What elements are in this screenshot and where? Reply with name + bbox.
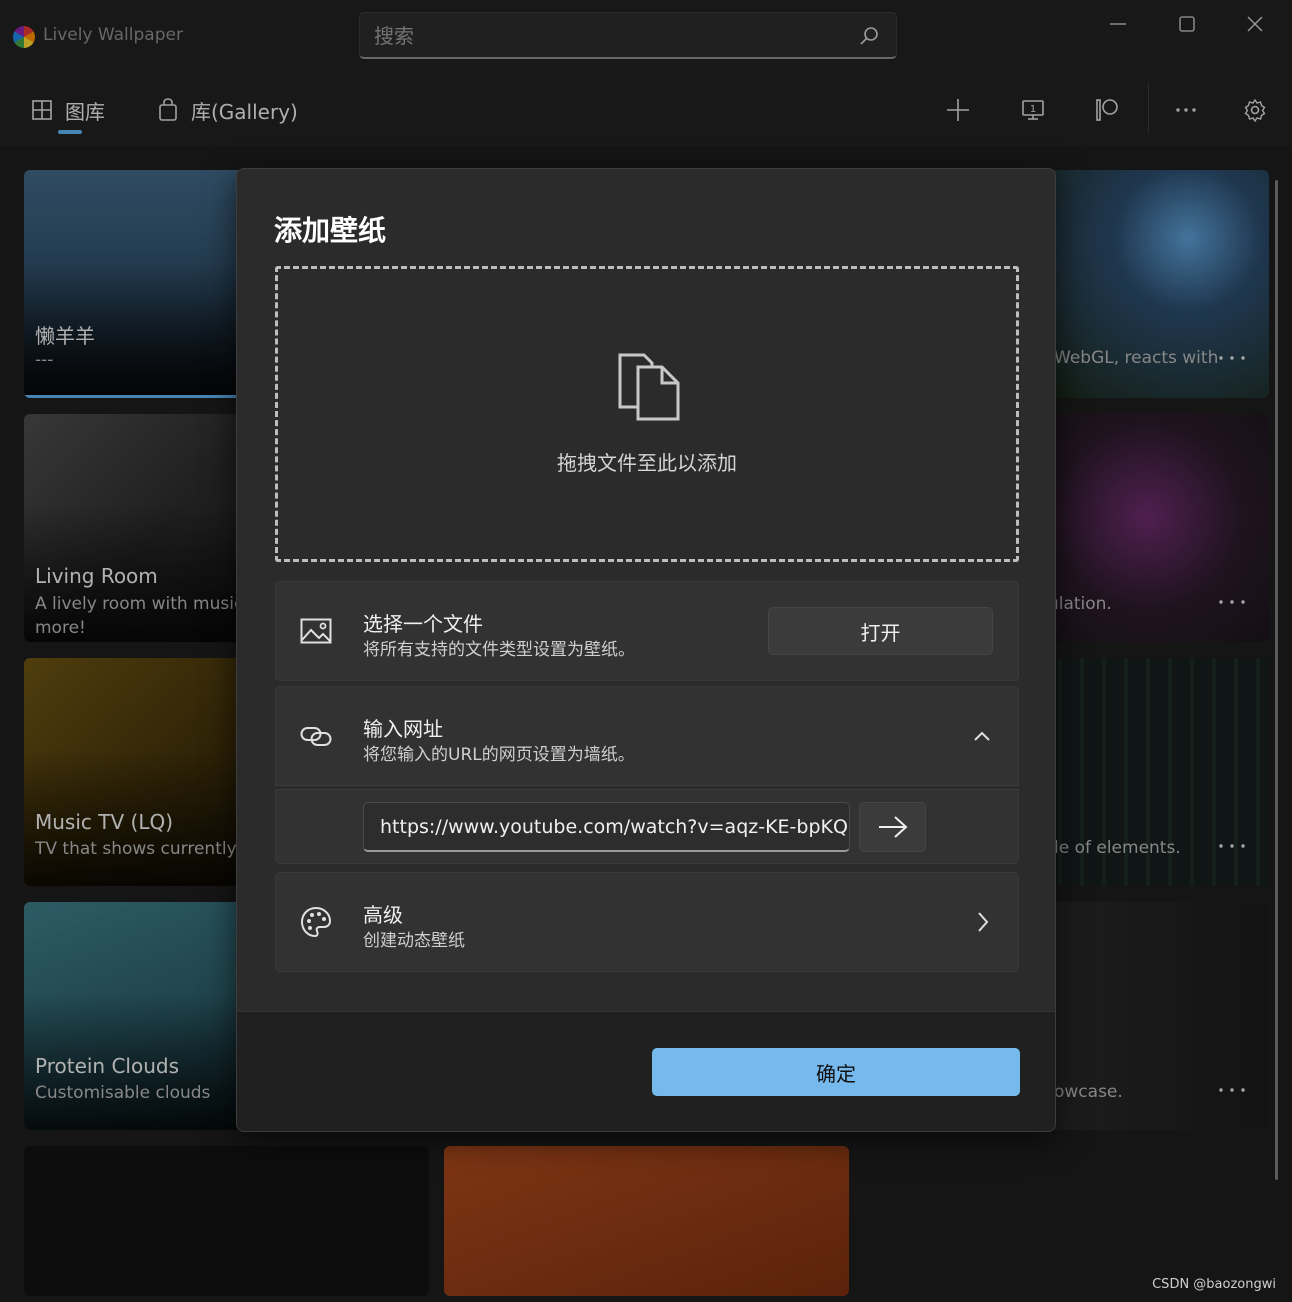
url-input[interactable] <box>363 802 850 852</box>
choose-file-subtitle: 将所有支持的文件类型设置为壁纸。 <box>363 640 635 660</box>
choose-file-title: 选择一个文件 <box>363 612 483 636</box>
url-submit-button[interactable] <box>859 802 926 852</box>
dropzone-text: 拖拽文件至此以添加 <box>557 451 737 475</box>
url-input-row <box>275 789 1019 864</box>
confirm-button[interactable]: 确定 <box>652 1048 1020 1096</box>
advanced-subtitle: 创建动态壁纸 <box>363 931 465 951</box>
chevron-up-icon[interactable] <box>973 730 991 742</box>
dialog-title: 添加壁纸 <box>274 214 387 247</box>
advanced-title: 高级 <box>363 903 403 927</box>
palette-icon <box>300 906 332 938</box>
dialog-footer: 确定 <box>237 1011 1055 1131</box>
image-icon <box>300 618 332 644</box>
arrow-right-icon <box>879 816 908 838</box>
file-drop-zone[interactable]: 拖拽文件至此以添加 <box>275 266 1019 562</box>
enter-url-subtitle: 将您输入的URL的网页设置为墙纸。 <box>363 745 635 765</box>
enter-url-title: 输入网址 <box>363 717 443 741</box>
link-icon <box>300 727 332 746</box>
watermark: CSDN @baozongwi <box>1152 1277 1276 1292</box>
choose-file-row: 选择一个文件 将所有支持的文件类型设置为壁纸。 打开 <box>275 581 1019 681</box>
documents-icon <box>618 353 680 421</box>
enter-url-row[interactable]: 输入网址 将您输入的URL的网页设置为墙纸。 <box>275 686 1019 786</box>
advanced-row[interactable]: 高级 创建动态壁纸 <box>275 872 1019 972</box>
open-file-button[interactable]: 打开 <box>768 607 993 655</box>
chevron-right-icon <box>978 912 989 932</box>
add-wallpaper-dialog: 添加壁纸 拖拽文件至此以添加 选择一个文件 将所有支持的文件类型设置为壁纸。 打… <box>236 168 1056 1132</box>
